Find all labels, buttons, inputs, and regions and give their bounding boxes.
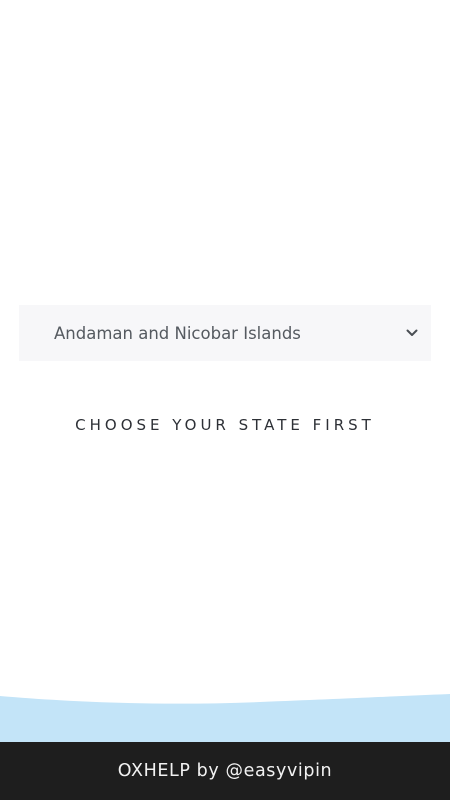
- footer-credit: OXHELP by @easyvipin: [117, 761, 333, 781]
- state-select[interactable]: Andaman and Nicobar Islands: [19, 305, 431, 361]
- page: Andaman and Nicobar Islands CHOOSE YOUR …: [0, 0, 450, 800]
- state-select-value: Andaman and Nicobar Islands: [54, 323, 301, 343]
- chevron-down-icon: [405, 326, 419, 340]
- choose-state-prompt: CHOOSE YOUR STATE FIRST: [75, 416, 375, 434]
- footer: OXHELP by @easyvipin: [0, 742, 450, 800]
- wave-decoration: [0, 694, 450, 744]
